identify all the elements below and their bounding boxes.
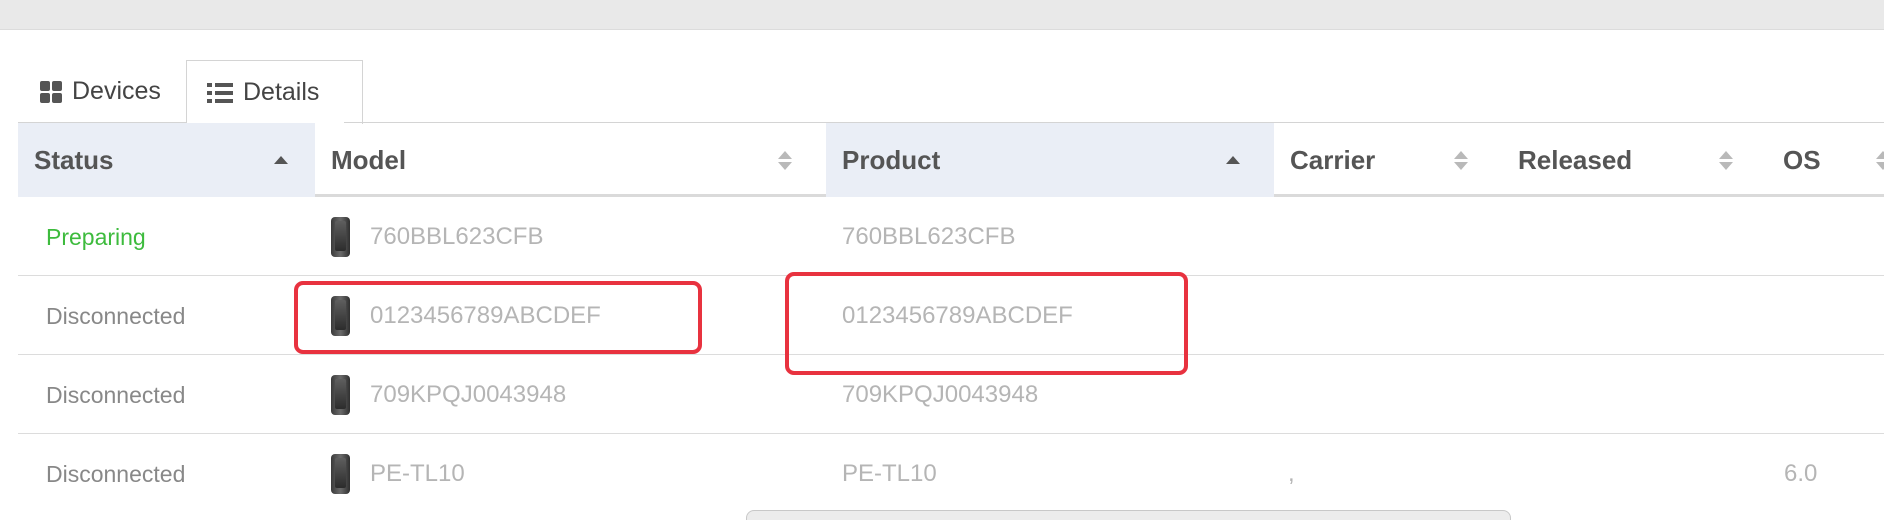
tab-devices[interactable]: Devices: [18, 60, 186, 123]
highlight-box-model: [294, 281, 702, 354]
list-icon: [207, 82, 233, 103]
column-label: Status: [34, 144, 114, 175]
sort-asc-icon[interactable]: [266, 123, 296, 197]
status-cell: Disconnected: [46, 381, 186, 408]
tab-details-label: Details: [243, 78, 320, 106]
model-cell: 760BBL623CFB: [331, 198, 543, 276]
model-text: 709KPQJ0043948: [370, 381, 567, 408]
column-header-model[interactable]: Model: [315, 123, 844, 197]
view-tabs: Devices Details: [18, 60, 1884, 124]
model-text: PE-TL10: [370, 460, 465, 487]
column-label: Carrier: [1290, 144, 1376, 175]
phone-icon: [331, 454, 350, 494]
highlight-box-product: [785, 272, 1188, 375]
sort-icon[interactable]: [770, 123, 800, 197]
model-cell: PE-TL10: [331, 435, 465, 513]
status-cell: Preparing: [46, 223, 146, 250]
status-cell: Disconnected: [46, 460, 186, 487]
model-cell: 709KPQJ0043948: [331, 356, 566, 434]
column-header-os[interactable]: OS: [1767, 123, 1884, 197]
model-text: 760BBL623CFB: [370, 223, 544, 250]
column-header-product[interactable]: Product: [826, 123, 1274, 197]
tab-details[interactable]: Details: [186, 60, 363, 124]
product-cell: 760BBL623CFB: [842, 223, 1016, 250]
carrier-cell: ,: [1288, 460, 1295, 487]
status-cell: Disconnected: [46, 302, 186, 329]
phone-icon: [331, 375, 350, 415]
phone-icon: [331, 217, 350, 257]
column-label: Released: [1518, 144, 1633, 175]
table-header: Status Model Product Carrier Released OS: [18, 123, 1884, 197]
sort-icon[interactable]: [1446, 123, 1476, 197]
os-cell: 6.0: [1784, 460, 1818, 487]
sort-icon[interactable]: [1868, 123, 1884, 197]
table-row[interactable]: Disconnected PE-TL10 PE-TL10 , 6.0: [18, 435, 1884, 513]
column-label: Product: [842, 144, 941, 175]
window-top-bar: [0, 0, 1884, 30]
grid-icon: [40, 80, 62, 103]
sort-icon[interactable]: [1711, 123, 1741, 197]
column-label: OS: [1783, 144, 1821, 175]
sort-asc-icon[interactable]: [1218, 123, 1248, 197]
table-row[interactable]: Preparing 760BBL623CFB 760BBL623CFB: [18, 198, 1884, 276]
product-cell: PE-TL10: [842, 460, 937, 487]
bottom-popup-edge: [746, 510, 1511, 520]
column-label: Model: [331, 144, 407, 175]
tab-devices-label: Devices: [72, 77, 161, 105]
